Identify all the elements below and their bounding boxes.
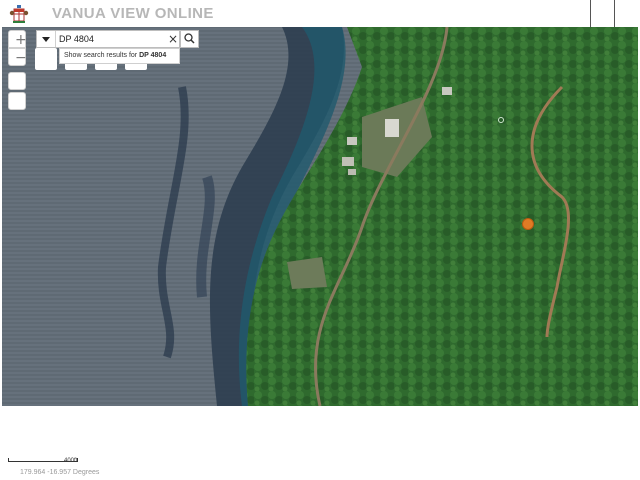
scale-label: 400ft — [64, 458, 78, 464]
satellite-imagery — [2, 27, 638, 406]
map-tool-button[interactable] — [8, 92, 26, 110]
header-divider — [614, 0, 615, 27]
search-input[interactable] — [59, 31, 159, 47]
coat-of-arms-icon[interactable] — [9, 4, 29, 24]
search-box: × — [36, 30, 180, 48]
search-button[interactable] — [180, 30, 199, 48]
search-suggestion[interactable]: Show search results for DP 4804 — [59, 48, 180, 64]
zoom-out-button[interactable]: − — [8, 48, 27, 66]
header-divider — [590, 0, 591, 27]
map-tool-button[interactable] — [8, 72, 26, 90]
parcel-marker[interactable] — [522, 218, 534, 230]
location-marker[interactable] — [498, 117, 504, 123]
suggestion-prefix: Show search results for — [64, 52, 140, 59]
coordinate-readout: 179.964 -16.957 Degrees — [20, 469, 100, 476]
caret-down-icon[interactable] — [37, 31, 56, 47]
map-view[interactable]: + − × Show search results for DP 4804 — [2, 27, 638, 406]
search-icon — [184, 33, 195, 44]
app-header: VANUA VIEW ONLINE — [0, 0, 640, 27]
clear-search-button[interactable]: × — [167, 31, 179, 47]
layer-tab[interactable] — [35, 48, 57, 70]
zoom-in-button[interactable]: + — [8, 30, 27, 48]
suggestion-term: DP 4804 — [139, 52, 167, 59]
app-title: VANUA VIEW ONLINE — [52, 5, 214, 22]
